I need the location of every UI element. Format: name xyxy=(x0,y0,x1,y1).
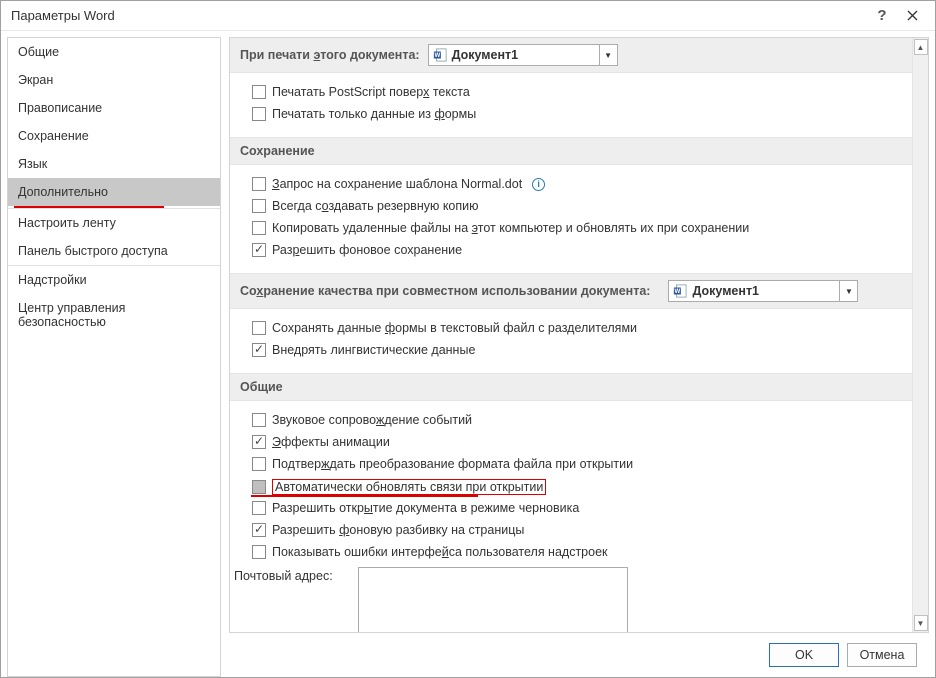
sidebar-item-proofing[interactable]: Правописание xyxy=(8,94,220,122)
dialog-footer: OK Отмена xyxy=(229,633,929,677)
checkbox-bg-pagination[interactable]: Разрешить фоновую разбивку на страницы xyxy=(252,519,898,541)
sidebar-item-save[interactable]: Сохранение xyxy=(8,122,220,150)
checkbox-print-form-data[interactable]: Печатать только данные из формы xyxy=(252,103,898,125)
chevron-down-icon: ▼ xyxy=(839,281,857,301)
fidelity-doc-dropdown[interactable]: W Документ1 ▼ xyxy=(668,280,858,302)
scroll-down-button[interactable]: ▼ xyxy=(914,615,928,631)
checkbox-animation[interactable]: Эффекты анимации xyxy=(252,431,898,453)
word-doc-icon: W xyxy=(673,283,687,299)
annotation-highlight: Автоматически обновлять связи при открыт… xyxy=(272,479,546,495)
word-options-dialog: Параметры Word ? Общие Экран Правописани… xyxy=(0,0,936,678)
chevron-down-icon: ▼ xyxy=(599,45,617,65)
svg-text:W: W xyxy=(675,288,681,295)
word-doc-icon: W xyxy=(433,47,447,63)
sidebar-item-general[interactable]: Общие xyxy=(8,38,220,66)
sidebar-item-customize-ribbon[interactable]: Настроить ленту xyxy=(8,209,220,237)
close-icon xyxy=(907,10,918,21)
print-doc-dropdown[interactable]: W Документ1 ▼ xyxy=(428,44,618,66)
checkbox-addin-ui-errors[interactable]: Показывать ошибки интерфейса пользовател… xyxy=(252,541,898,563)
checkbox-copy-remote[interactable]: Копировать удаленные файлы на этот компь… xyxy=(252,217,898,239)
section-header-general: Общие xyxy=(230,373,912,401)
section-header-save: Сохранение xyxy=(230,137,912,165)
cancel-button[interactable]: Отмена xyxy=(847,643,917,667)
checkbox-background-save[interactable]: Разрешить фоновое сохранение xyxy=(252,239,898,261)
ok-button[interactable]: OK xyxy=(769,643,839,667)
sidebar-item-display[interactable]: Экран xyxy=(8,66,220,94)
section-header-print-doc: При печати этого документа: W Документ1 … xyxy=(230,38,912,73)
svg-text:W: W xyxy=(434,52,440,59)
checkbox-sound-feedback[interactable]: Звуковое сопровождение событий xyxy=(252,409,898,431)
sidebar-item-language[interactable]: Язык xyxy=(8,150,220,178)
sidebar-item-trust-center[interactable]: Центр управления безопасностью xyxy=(8,294,220,336)
checkbox-prompt-normaldot[interactable]: Запрос на сохранение шаблона Normal.dot … xyxy=(252,173,898,195)
sidebar-item-addins[interactable]: Надстройки xyxy=(8,266,220,294)
titlebar: Параметры Word ? xyxy=(1,1,935,31)
checkbox-auto-update-links[interactable]: Автоматически обновлять связи при открыт… xyxy=(252,475,898,495)
help-button[interactable]: ? xyxy=(867,1,897,31)
checkbox-postscript[interactable]: Печатать PostScript поверх текста xyxy=(252,81,898,103)
checkbox-embed-linguistic[interactable]: Внедрять лингвистические данные xyxy=(252,339,898,361)
checkbox-form-textfile[interactable]: Сохранять данные формы в текстовый файл … xyxy=(252,317,898,339)
scroll-up-button[interactable]: ▲ xyxy=(914,39,928,55)
info-icon[interactable]: i xyxy=(532,178,545,191)
sidebar-item-advanced[interactable]: Дополнительно xyxy=(8,178,220,206)
section-header-fidelity: Сохранение качества при совместном испол… xyxy=(230,273,912,309)
dialog-title: Параметры Word xyxy=(11,8,867,23)
checkbox-confirm-convert[interactable]: Подтверждать преобразование формата файл… xyxy=(252,453,898,475)
category-sidebar[interactable]: Общие Экран Правописание Сохранение Язык… xyxy=(7,37,221,677)
checkbox-always-backup[interactable]: Всегда создавать резервную копию xyxy=(252,195,898,217)
vertical-scrollbar[interactable]: ▲ ▼ xyxy=(912,38,928,632)
mail-address-label: Почтовый адрес: xyxy=(234,567,352,583)
checkbox-open-draft[interactable]: Разрешить открытие документа в режиме че… xyxy=(252,497,898,519)
options-content: При печати этого документа: W Документ1 … xyxy=(230,38,912,632)
close-button[interactable] xyxy=(897,1,927,31)
mail-address-textarea[interactable] xyxy=(358,567,628,632)
sidebar-item-qat[interactable]: Панель быстрого доступа xyxy=(8,237,220,265)
